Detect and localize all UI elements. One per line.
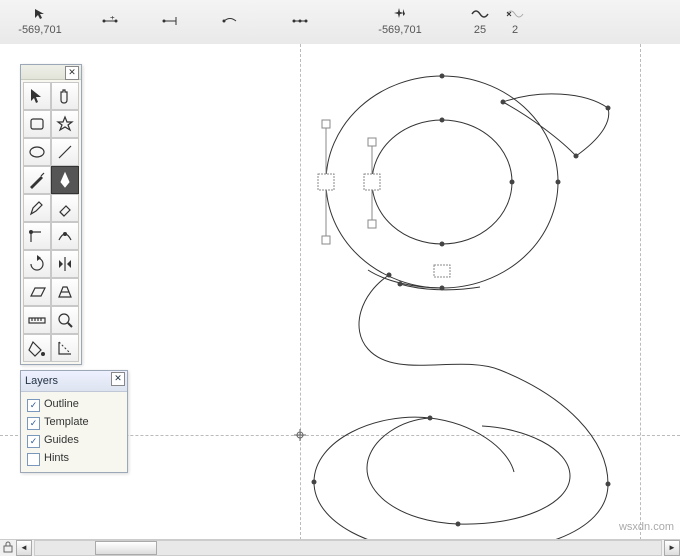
layers-body: ✓ Outline ✓ Template ✓ Guides Hints xyxy=(21,392,127,472)
cursor-icon xyxy=(34,6,46,22)
layers-header[interactable]: Layers ✕ xyxy=(21,371,127,392)
tangent-tool[interactable] xyxy=(51,222,79,250)
layer-row[interactable]: ✓ Guides xyxy=(27,432,121,450)
guide-tool[interactable] xyxy=(51,334,79,362)
layer-label: Guides xyxy=(44,434,79,447)
checkbox[interactable]: ✓ xyxy=(27,417,40,430)
coord-readout-2: -569,701 xyxy=(340,0,460,44)
line-tool[interactable] xyxy=(51,138,79,166)
star-tool[interactable] xyxy=(51,110,79,138)
toolbox-panel: ✕ xyxy=(20,64,82,365)
toolbox-header[interactable]: ✕ xyxy=(21,65,81,80)
layer-row[interactable]: ✓ Template xyxy=(27,414,121,432)
ellipse-tool[interactable] xyxy=(23,138,51,166)
top-info-bar: -569,701 + -569,701 25 2 xyxy=(0,0,680,45)
hand-tool[interactable] xyxy=(51,82,79,110)
scroll-right-button[interactable]: ► xyxy=(664,540,680,556)
pencil-tool[interactable] xyxy=(23,194,51,222)
checkbox[interactable]: ✓ xyxy=(27,435,40,448)
checkbox[interactable]: ✓ xyxy=(27,399,40,412)
checkbox[interactable] xyxy=(27,453,40,466)
mirror-tool[interactable] xyxy=(51,250,79,278)
close-icon[interactable]: ✕ xyxy=(111,372,125,386)
layer-row[interactable]: ✓ Outline xyxy=(27,396,121,414)
close-icon[interactable]: ✕ xyxy=(65,66,79,80)
fill-tool[interactable] xyxy=(23,334,51,362)
layers-panel: Layers ✕ ✓ Outline ✓ Template ✓ Guides Hints xyxy=(20,370,128,473)
twist-icon xyxy=(506,6,524,22)
status-bar: ◄ ► xyxy=(0,539,680,556)
h-scrollbar[interactable] xyxy=(34,540,662,556)
rect-tool[interactable] xyxy=(23,110,51,138)
scroll-left-button[interactable]: ◄ xyxy=(16,540,32,556)
skew-tool[interactable] xyxy=(23,278,51,306)
spark-cursor-icon xyxy=(393,6,407,22)
node-add-icon: + xyxy=(100,13,120,29)
lock-icon[interactable] xyxy=(2,541,16,555)
node-tangent-icon xyxy=(160,13,180,29)
layer-label: Hints xyxy=(44,452,69,465)
rotate-tool[interactable] xyxy=(23,250,51,278)
eraser-tool[interactable] xyxy=(51,194,79,222)
corner-tool[interactable] xyxy=(23,222,51,250)
layer-label: Template xyxy=(44,416,89,429)
watermark: wsxdn.com xyxy=(619,521,674,534)
node-smooth-icon xyxy=(290,13,310,29)
knife-tool[interactable] xyxy=(23,166,51,194)
layer-row[interactable]: Hints xyxy=(27,450,121,468)
wave-icon xyxy=(471,6,489,22)
measure-tool[interactable] xyxy=(23,306,51,334)
svg-text:+: + xyxy=(110,16,115,22)
layer-label: Outline xyxy=(44,398,79,411)
pointer-tool[interactable] xyxy=(23,82,51,110)
tool-grid xyxy=(21,80,81,364)
coord-readout: -569,701 xyxy=(0,0,80,44)
pen-tool[interactable] xyxy=(51,166,79,194)
node-curve-icon xyxy=(220,13,240,29)
perspective-tool[interactable] xyxy=(51,278,79,306)
scroll-thumb[interactable] xyxy=(95,541,157,555)
zoom-tool[interactable] xyxy=(51,306,79,334)
